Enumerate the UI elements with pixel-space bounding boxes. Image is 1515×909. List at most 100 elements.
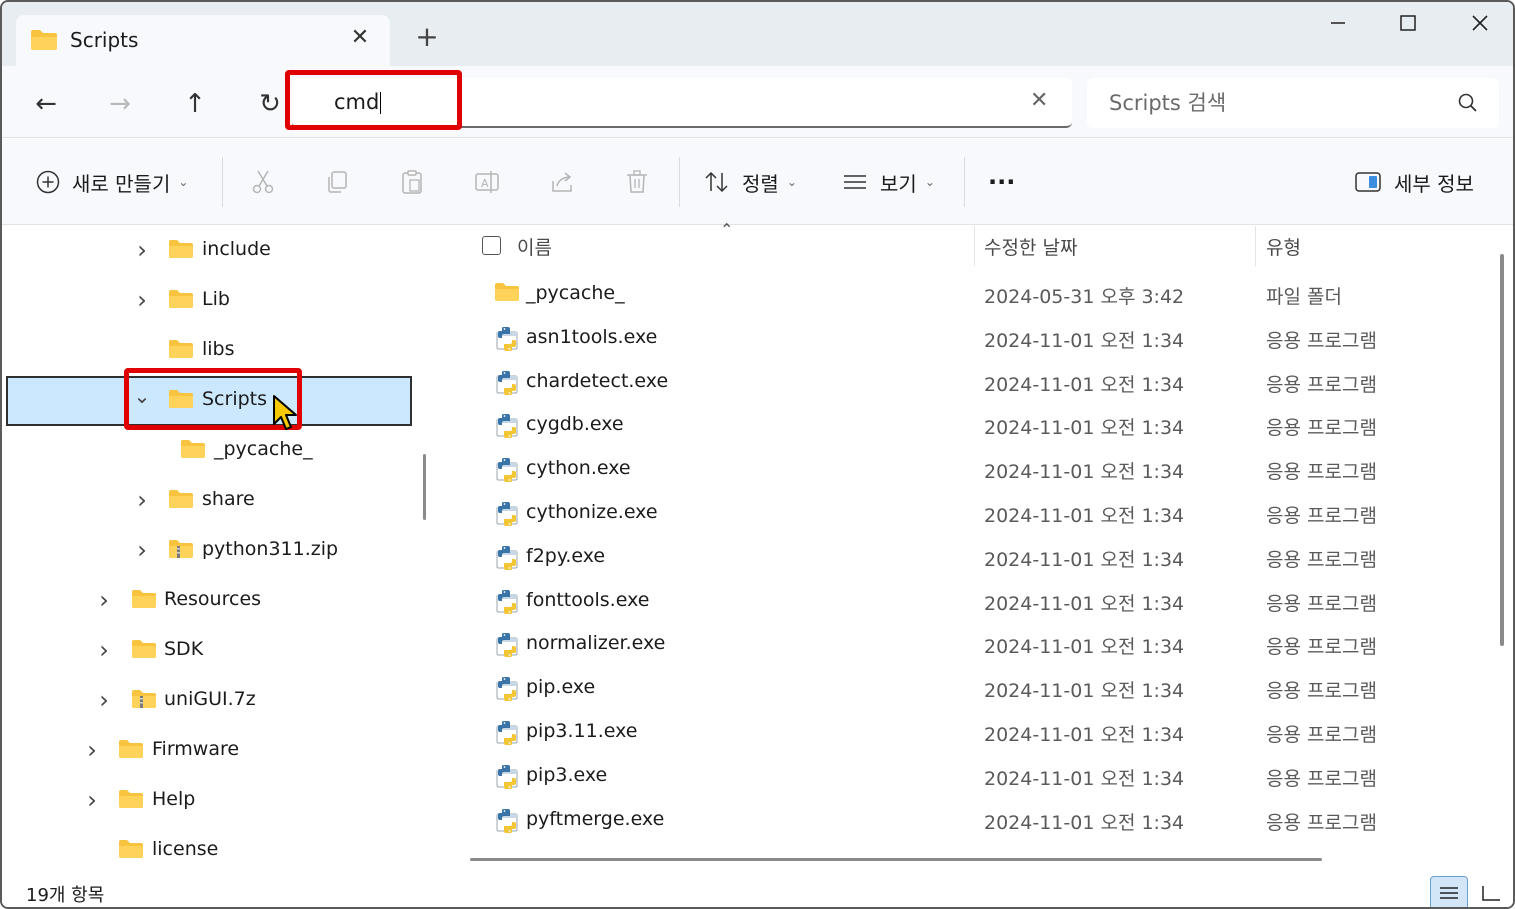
more-options-button[interactable]: ···	[988, 165, 1015, 199]
maximize-button[interactable]	[1388, 10, 1428, 42]
column-date-header[interactable]: 수정한 날짜	[984, 233, 1077, 260]
chevron-right-icon[interactable]: ›	[94, 586, 114, 614]
clear-address-button[interactable]: ✕	[1030, 88, 1048, 113]
address-input[interactable]: cmd	[334, 90, 382, 114]
toolbar-divider	[679, 157, 680, 207]
address-bar[interactable]: cmd ✕	[292, 78, 1072, 128]
chevron-right-icon[interactable]: ›	[132, 286, 152, 314]
column-divider[interactable]	[1255, 226, 1256, 266]
file-row[interactable]: pip.exe 2024-11-01 오전 1:34 응용 프로그램	[442, 666, 1492, 710]
zip-folder-icon	[131, 689, 157, 714]
details-view-button[interactable]	[1430, 876, 1468, 907]
refresh-button[interactable]: ↻	[252, 86, 288, 122]
tree-item-lib[interactable]: › Lib	[6, 276, 412, 326]
minimize-button[interactable]	[1318, 10, 1358, 42]
file-row[interactable]: cython.exe 2024-11-01 오전 1:34 응용 프로그램	[442, 447, 1492, 491]
tree-item-share[interactable]: › share	[6, 476, 412, 526]
file-row[interactable]: _pycache_ 2024-05-31 오후 3:42 파일 폴더	[442, 272, 1492, 316]
copy-icon	[328, 171, 347, 193]
sort-button[interactable]: 정렬 ⌄	[704, 165, 797, 199]
back-button[interactable]: ←	[28, 86, 64, 122]
file-explorer-window: Scripts ✕ + ← → ↑ ↻ cmd ✕ Scripts 검색 새로 …	[0, 0, 1515, 909]
close-icon	[1472, 15, 1488, 31]
file-list-horizontal-scrollbar[interactable]	[470, 858, 1322, 861]
python-exe-icon	[494, 413, 520, 444]
rename-button[interactable]: A	[470, 165, 504, 199]
chevron-right-icon[interactable]: ›	[132, 236, 152, 264]
chevron-right-icon[interactable]: ›	[132, 486, 152, 514]
navigation-pane-scrollbar[interactable]	[423, 454, 426, 520]
close-tab-button[interactable]: ✕	[346, 25, 374, 50]
search-icon[interactable]	[1457, 92, 1479, 118]
refresh-icon: ↻	[259, 89, 281, 119]
new-tab-button[interactable]: +	[412, 22, 442, 52]
tree-item-label: Help	[152, 788, 196, 810]
cut-button[interactable]	[246, 165, 280, 199]
tree-item-include[interactable]: › include	[6, 226, 412, 276]
tree-item-pycache[interactable]: _pycache_	[6, 426, 412, 476]
tree-item-resources[interactable]: › Resources	[6, 576, 412, 626]
chevron-down-icon: ⌄	[786, 175, 797, 189]
search-input[interactable]	[1109, 88, 1449, 118]
file-row[interactable]: pip3.exe 2024-11-01 오전 1:34 응용 프로그램	[442, 754, 1492, 798]
file-list-vertical-scrollbar[interactable]	[1500, 254, 1504, 646]
delete-button[interactable]	[620, 165, 654, 199]
details-pane-button[interactable]: 세부 정보	[1354, 165, 1474, 199]
tree-item-libs[interactable]: libs	[6, 326, 412, 376]
close-window-button[interactable]	[1460, 10, 1500, 42]
sort-icon	[705, 171, 728, 193]
file-row[interactable]: pyftmerge.exe 2024-11-01 오전 1:34 응용 프로그램	[442, 798, 1492, 842]
copy-button[interactable]	[320, 165, 354, 199]
chevron-right-icon[interactable]: ›	[82, 736, 102, 764]
tree-item-unigui-7z[interactable]: › uniGUI.7z	[6, 676, 412, 726]
tree-item-python311-zip[interactable]: › python311.zip	[6, 526, 412, 576]
folder-icon	[168, 239, 194, 264]
tiles-view-button[interactable]	[1472, 876, 1510, 907]
python-exe-icon	[494, 676, 520, 707]
file-row[interactable]: asn1tools.exe 2024-11-01 오전 1:34 응용 프로그램	[442, 316, 1492, 360]
forward-button[interactable]: →	[102, 86, 138, 122]
file-row[interactable]: normalizer.exe 2024-11-01 오전 1:34 응용 프로그램	[442, 622, 1492, 666]
column-type-header[interactable]: 유형	[1266, 233, 1301, 260]
file-row[interactable]: cythonize.exe 2024-11-01 오전 1:34 응용 프로그램	[442, 491, 1492, 535]
chevron-right-icon[interactable]: ›	[132, 536, 152, 564]
file-row[interactable]: cygdb.exe 2024-11-01 오전 1:34 응용 프로그램	[442, 403, 1492, 447]
tree-item-firmware[interactable]: › Firmware	[6, 726, 412, 776]
up-button[interactable]: ↑	[177, 86, 213, 122]
tab-scripts[interactable]: Scripts ✕	[16, 15, 390, 66]
tree-item-help[interactable]: › Help	[6, 776, 412, 826]
trash-icon	[627, 170, 647, 193]
rename-icon: A	[475, 171, 499, 193]
tree-item-scripts[interactable]: ⌄ Scripts	[6, 376, 412, 426]
search-box[interactable]	[1087, 78, 1499, 128]
svg-text:A: A	[481, 177, 489, 190]
file-type: 파일 폴더	[1266, 286, 1342, 308]
file-row[interactable]: f2py.exe 2024-11-01 오전 1:34 응용 프로그램	[442, 535, 1492, 579]
tree-item-sdk[interactable]: › SDK	[6, 626, 412, 676]
new-button[interactable]: 새로 만들기 ⌄	[36, 165, 188, 199]
paste-button[interactable]	[395, 165, 429, 199]
file-row[interactable]: pip3.11.exe 2024-11-01 오전 1:34 응용 프로그램	[442, 710, 1492, 754]
file-row[interactable]: fonttools.exe 2024-11-01 오전 1:34 응용 프로그램	[442, 579, 1492, 623]
file-type: 응용 프로그램	[1266, 680, 1377, 703]
file-type: 응용 프로그램	[1266, 636, 1377, 659]
chevron-right-icon[interactable]: ›	[94, 686, 114, 714]
file-name: cythonize.exe	[526, 501, 658, 523]
file-type: 응용 프로그램	[1266, 548, 1377, 571]
chevron-down-icon[interactable]: ⌄	[132, 384, 152, 408]
tree-item-label: Lib	[202, 288, 230, 310]
python-exe-icon	[494, 326, 520, 357]
chevron-right-icon[interactable]: ›	[82, 786, 102, 814]
file-row[interactable]: chardetect.exe 2024-11-01 오전 1:34 응용 프로그램	[442, 360, 1492, 404]
tree-item-license[interactable]: license	[6, 826, 412, 876]
item-count: 19개 항목	[26, 885, 105, 906]
column-divider[interactable]	[974, 226, 975, 266]
select-all-checkbox[interactable]	[482, 236, 501, 255]
column-name-header[interactable]: 이름	[517, 233, 552, 260]
share-button[interactable]	[545, 165, 579, 199]
file-date: 2024-11-01 오전 1:34	[984, 636, 1185, 659]
python-exe-icon	[494, 764, 520, 795]
minimize-icon	[1331, 22, 1345, 24]
chevron-right-icon[interactable]: ›	[94, 636, 114, 664]
view-button[interactable]: 보기 ⌄	[842, 165, 935, 199]
